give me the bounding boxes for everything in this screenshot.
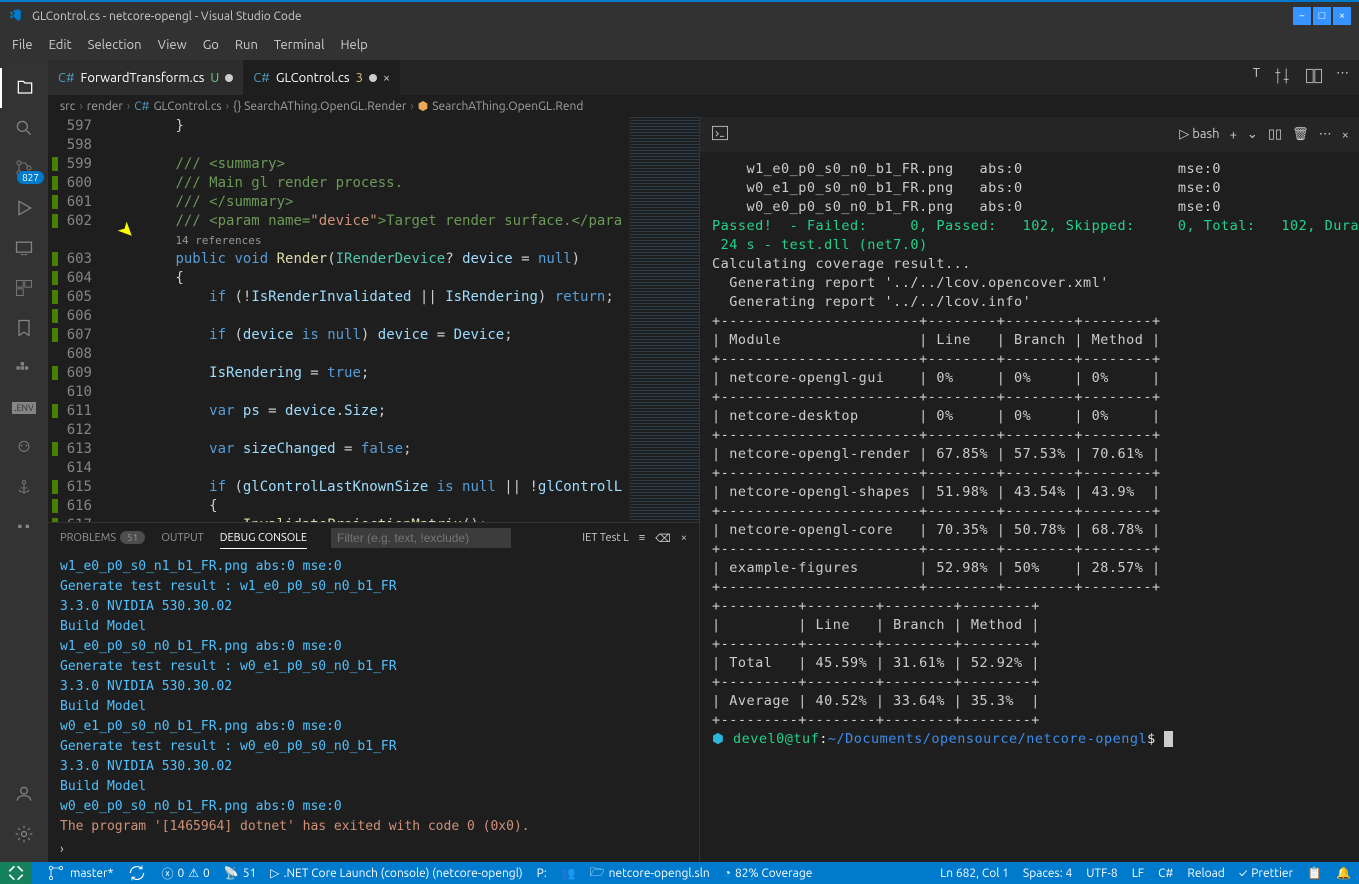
cursor-position[interactable]: Ln 682, Col 1 [940,866,1009,880]
quote-icon[interactable] [0,508,48,548]
panel-tab-output[interactable]: OUTPUT [161,528,203,548]
breadcrumbs[interactable]: src› render› C# GLControl.cs› {} SearchA… [48,95,1359,117]
code-editor[interactable]: ➤ 59759859960060160260360460560660760860… [48,117,699,862]
window-controls: − □ × [1293,7,1351,25]
menu-view[interactable]: View [150,34,195,56]
bell-icon[interactable]: 🔔 [1336,866,1351,880]
debug-launch[interactable]: ▷ .NET Core Launch (console) (netcore-op… [270,866,522,880]
reload-button[interactable]: Reload [1187,866,1224,880]
modified-icon [225,74,233,82]
menu-help[interactable]: Help [332,34,375,56]
more-icon[interactable]: ⋯ [1319,127,1332,142]
sync-icon[interactable] [127,863,147,883]
search-icon[interactable] [0,108,48,148]
clear-icon[interactable]: ⌫ [655,532,671,545]
more-icon[interactable]: ⋯ [1336,66,1349,89]
tab-label: ForwardTransform.cs [81,71,205,85]
terminal-output[interactable]: w1_e0_p0_s0_n0_b1_FR.png abs:0 mse:0 w0_… [700,152,1359,862]
p-indicator[interactable]: P: [537,867,547,880]
filter-input[interactable] [331,528,511,548]
editor-tabs: C# ForwardTransform.cs U C# GLControl.cs… [48,60,1359,95]
menu-file[interactable]: File [4,34,41,56]
line-gutter: 5975985996006016026036046056066076086096… [48,117,108,522]
panel-tab-problems[interactable]: PROBLEMS51 [60,528,145,548]
scm-icon[interactable]: 827 [0,148,48,188]
close-icon[interactable]: × [383,71,390,85]
eol[interactable]: LF [1132,866,1144,880]
run-debug-icon[interactable] [0,188,48,228]
copilot-icon[interactable] [0,428,48,468]
code-content[interactable]: } /// <summary> /// Main gl render proce… [108,117,629,522]
menu-edit[interactable]: Edit [41,34,80,56]
remote-indicator[interactable] [0,862,32,884]
tab-glcontrol[interactable]: C# GLControl.cs 3 × [243,60,400,95]
explorer-icon[interactable] [0,68,48,108]
titlebar: GLControl.cs - netcore-opengl - Visual S… [0,0,1359,30]
ports-indicator[interactable]: 📡 51 [224,866,257,880]
account-icon[interactable] [0,774,48,814]
menu-selection[interactable]: Selection [80,34,150,56]
chevron-down-icon[interactable]: ⌄ [1247,127,1258,142]
close-icon[interactable]: × [1342,128,1349,142]
settings-icon[interactable]: ≡ [639,532,645,544]
anchor-icon[interactable] [0,468,48,508]
menubar: File Edit Selection View Go Run Terminal… [0,30,1359,60]
minimap[interactable] [629,117,699,522]
vscode-icon [8,8,24,24]
terminal-shell[interactable]: ▷ bash [1179,127,1219,142]
compare-icon[interactable] [1272,66,1292,89]
indentation[interactable]: Spaces: 4 [1023,866,1072,880]
terminal-toggle-icon[interactable] [710,123,730,146]
menu-go[interactable]: Go [195,34,227,56]
tab-label: GLControl.cs [276,71,350,85]
maximize-button[interactable]: □ [1313,7,1331,25]
close-icon[interactable]: × [681,532,687,544]
modified-icon [369,74,377,82]
bottom-panel: PROBLEMS51 OUTPUT DEBUG CONSOLE IET Test… [48,522,699,862]
menu-run[interactable]: Run [227,34,266,56]
language-mode[interactable]: C# [1158,866,1173,880]
trash-icon[interactable]: 🗑 [1292,127,1309,142]
remote-explorer-icon[interactable] [0,228,48,268]
text-tool-icon[interactable]: T [1253,66,1260,89]
panel-filter[interactable] [331,528,511,548]
close-button[interactable]: × [1333,7,1351,25]
split-icon[interactable] [1304,66,1324,89]
live-share-icon[interactable]: 👥 [561,866,576,880]
minimize-button[interactable]: − [1293,7,1311,25]
env-icon[interactable]: .ENV [0,388,48,428]
docker-icon[interactable] [0,348,48,388]
scm-badge: 827 [17,171,44,184]
split-terminal-icon[interactable]: ▯▯ [1268,127,1282,142]
panel-input-chevron[interactable]: › [48,842,699,862]
new-terminal-icon[interactable]: + [1230,128,1237,142]
terminal-panel: ▷ bash + ⌄ ▯▯ 🗑 ⋯ × w1_e0_p0_s0_n0_b1_FR… [699,117,1359,862]
prettier-indicator[interactable]: ✓ Prettier [1239,866,1293,880]
window-title: GLControl.cs - netcore-opengl - Visual S… [32,10,1293,23]
encoding[interactable]: UTF-8 [1086,866,1117,880]
solution-indicator[interactable]: 🗁 netcore-opengl.sln [590,863,710,884]
menu-terminal[interactable]: Terminal [266,34,333,56]
debug-console-output[interactable]: w1_e0_p0_s0_n1_b1_FR.png abs:0 mse:0Gene… [48,553,699,842]
settings-icon[interactable] [0,814,48,854]
activity-bar: 827 .ENV [0,60,48,862]
tab-forwardtransform[interactable]: C# ForwardTransform.cs U [48,60,243,95]
coverage-indicator[interactable]: ◔ 82% Coverage [724,866,813,880]
git-branch[interactable]: master* [46,863,113,883]
feedback-icon[interactable]: 📋 [1307,866,1322,880]
launch-select[interactable]: IET Test L [582,532,629,544]
extensions-icon[interactable] [0,268,48,308]
problems-indicator[interactable]: ⓧ 0 ⚠ 0 [161,865,209,882]
statusbar: master* ⓧ 0 ⚠ 0 📡 51 ▷ .NET Core Launch … [0,862,1359,884]
bookmarks-icon[interactable] [0,308,48,348]
panel-tab-debug[interactable]: DEBUG CONSOLE [220,528,307,549]
